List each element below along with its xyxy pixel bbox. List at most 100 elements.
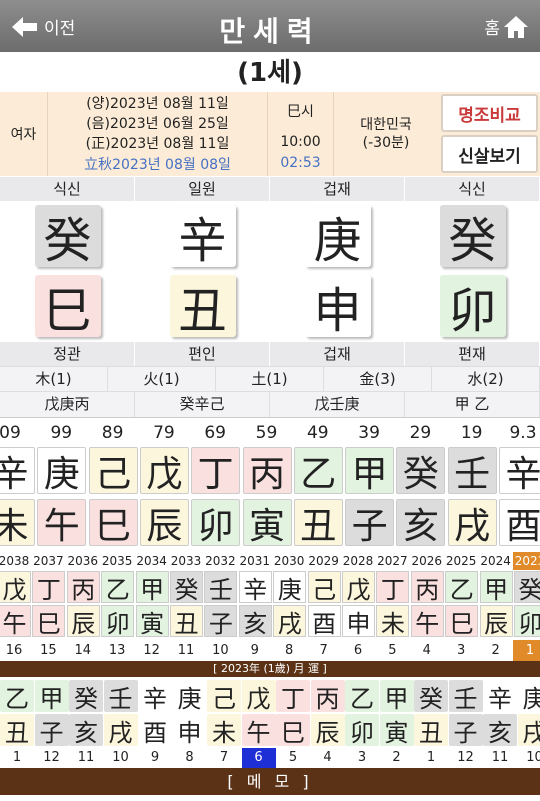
annual-year[interactable]: 2028	[341, 552, 375, 570]
month-branch[interactable]: 丑	[414, 714, 448, 747]
month-number[interactable]: 5	[276, 748, 310, 768]
month-stem[interactable]: 甲	[34, 680, 69, 713]
annual-branch[interactable]: 子	[204, 605, 238, 638]
daeun-stem[interactable]: 丙	[242, 447, 292, 495]
month-number[interactable]: 1	[0, 748, 34, 768]
month-number[interactable]: 12	[35, 748, 69, 768]
month-branch[interactable]: 丑	[0, 714, 34, 747]
annual-year[interactable]: 2024	[479, 552, 513, 570]
pillar-stem[interactable]: 癸	[439, 205, 506, 269]
annual-stem[interactable]: 丁	[376, 571, 410, 604]
month-number[interactable]: 12	[449, 748, 483, 768]
daeun-stem[interactable]: 戊	[139, 447, 189, 495]
month-stem[interactable]: 乙	[0, 680, 34, 713]
annual-stem[interactable]: 癸	[514, 571, 540, 604]
annual-branch[interactable]: 亥	[238, 605, 272, 638]
annual-stem[interactable]: 己	[307, 571, 341, 604]
pillar-branch[interactable]: 巳	[34, 275, 101, 339]
daeun-stem[interactable]: 癸	[396, 447, 446, 495]
home-button[interactable]: 홈	[484, 14, 528, 39]
month-branch[interactable]: 申	[172, 714, 207, 747]
annual-branch[interactable]: 寅	[135, 605, 169, 638]
month-stem[interactable]: 丁	[276, 680, 310, 713]
annual-year[interactable]: 2033	[169, 552, 203, 570]
month-branch[interactable]: 寅	[379, 714, 414, 747]
daeun-branch[interactable]: 子	[345, 499, 395, 547]
annual-year[interactable]: 2027	[375, 552, 409, 570]
month-number[interactable]: 3	[345, 748, 379, 768]
month-branch[interactable]: 午	[241, 714, 276, 747]
annual-branch[interactable]: 辰	[479, 605, 513, 638]
daeun-stem[interactable]: 己	[88, 447, 138, 495]
annual-stem[interactable]: 乙	[445, 571, 479, 604]
month-number[interactable]: 11	[483, 748, 517, 768]
month-number[interactable]: 2	[380, 748, 414, 768]
month-branch[interactable]: 子	[34, 714, 69, 747]
pillar-branch[interactable]: 丑	[169, 275, 236, 339]
month-stem[interactable]: 庚	[172, 680, 207, 713]
pillar-stem[interactable]: 辛	[169, 205, 236, 269]
month-branch[interactable]: 辰	[310, 714, 345, 747]
pillar-branch[interactable]: 卯	[439, 275, 506, 339]
annual-branch[interactable]: 申	[342, 605, 375, 638]
daeun-stem[interactable]: 辛	[0, 447, 35, 495]
daeun-branch[interactable]: 丑	[293, 499, 343, 547]
pillar-branch[interactable]: 申	[304, 275, 371, 339]
month-branch[interactable]: 亥	[483, 714, 517, 747]
month-branch[interactable]: 戌	[517, 714, 540, 747]
month-stem[interactable]: 乙	[345, 680, 379, 713]
annual-stem[interactable]: 戊	[0, 571, 31, 604]
annual-branch[interactable]: 未	[376, 605, 410, 638]
annual-year[interactable]: 2025	[444, 552, 478, 570]
annual-stem[interactable]: 甲	[135, 571, 169, 604]
annual-year[interactable]: 2031	[238, 552, 272, 570]
sinsal-button[interactable]: 신살보기	[441, 135, 538, 173]
month-stem[interactable]: 庚	[517, 680, 540, 713]
annual-stem[interactable]: 丁	[32, 571, 66, 604]
annual-year[interactable]: 2029	[307, 552, 341, 570]
daeun-stem[interactable]: 庚	[37, 447, 87, 495]
month-number[interactable]: 10	[104, 748, 138, 768]
annual-branch[interactable]: 巳	[32, 605, 66, 638]
annual-stem[interactable]: 戊	[342, 571, 375, 604]
daeun-branch[interactable]: 午	[37, 499, 87, 547]
daeun-branch[interactable]: 寅	[242, 499, 292, 547]
annual-branch[interactable]: 巳	[445, 605, 479, 638]
annual-year[interactable]: 2038	[0, 552, 31, 570]
daeun-stem[interactable]: 壬	[447, 447, 497, 495]
annual-branch[interactable]: 丑	[170, 605, 203, 638]
month-branch[interactable]: 巳	[276, 714, 310, 747]
daeun-branch[interactable]: 亥	[396, 499, 446, 547]
month-stem[interactable]: 己	[207, 680, 241, 713]
pillar-stem[interactable]: 庚	[304, 205, 371, 269]
month-number[interactable]: 11	[69, 748, 103, 768]
annual-year[interactable]: 2023	[513, 552, 540, 570]
month-stem[interactable]: 辛	[138, 680, 172, 713]
month-number[interactable]: 8	[173, 748, 207, 768]
month-stem[interactable]: 癸	[69, 680, 103, 713]
daeun-stem[interactable]: 辛	[499, 447, 540, 495]
month-branch[interactable]: 亥	[69, 714, 103, 747]
annual-branch[interactable]: 午	[0, 605, 31, 638]
month-stem[interactable]: 壬	[103, 680, 138, 713]
month-number[interactable]: 1	[414, 748, 448, 768]
annual-branch[interactable]: 卯	[101, 605, 135, 638]
annual-stem[interactable]: 壬	[204, 571, 238, 604]
month-branch[interactable]: 卯	[345, 714, 379, 747]
annual-stem[interactable]: 丙	[66, 571, 100, 604]
annual-year[interactable]: 2036	[66, 552, 100, 570]
compare-button[interactable]: 명조비교	[441, 94, 538, 132]
annual-year[interactable]: 2026	[410, 552, 444, 570]
month-stem[interactable]: 甲	[379, 680, 414, 713]
daeun-branch[interactable]: 卯	[191, 499, 241, 547]
month-branch[interactable]: 戌	[103, 714, 138, 747]
annual-stem[interactable]: 甲	[479, 571, 513, 604]
daeun-branch[interactable]: 巳	[88, 499, 138, 547]
month-branch[interactable]: 子	[448, 714, 483, 747]
annual-stem[interactable]: 丙	[410, 571, 444, 604]
annual-stem[interactable]: 辛	[238, 571, 272, 604]
memo-button[interactable]: [ 메 모 ]	[0, 768, 540, 795]
month-number[interactable]: 4	[311, 748, 345, 768]
month-stem[interactable]: 丙	[310, 680, 345, 713]
daeun-branch[interactable]: 未	[0, 499, 35, 547]
